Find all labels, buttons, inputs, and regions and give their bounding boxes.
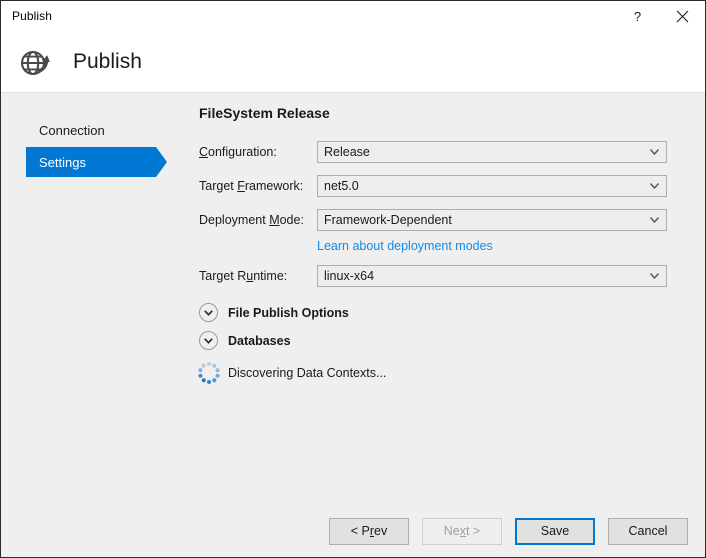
- expander-label: File Publish Options: [228, 305, 349, 320]
- label-post: ramework:: [244, 179, 304, 193]
- field-row-target-framework: Target Framework: net5.0: [191, 175, 705, 197]
- header-title: Publish: [73, 49, 142, 73]
- chevron-down-icon: [650, 217, 659, 223]
- configuration-label: Configuration:: [199, 145, 317, 159]
- page-title: FileSystem Release: [199, 105, 330, 121]
- target-runtime-label: Target Runtime:: [199, 269, 317, 283]
- target-runtime-dropdown[interactable]: linux-x64: [317, 265, 667, 287]
- label-pre: Ne: [443, 524, 460, 538]
- globe-publish-icon: [17, 44, 53, 80]
- target-framework-dropdown[interactable]: net5.0: [317, 175, 667, 197]
- dialog-footer: < Pr ev Ne x t > Save Cancel: [1, 505, 705, 557]
- learn-deployment-modes-link[interactable]: Learn about deployment modes: [317, 239, 493, 253]
- field-row-target-runtime: Target Runtime: linux-x64: [191, 265, 705, 287]
- chevron-down-circle-icon: [199, 331, 218, 350]
- deployment-mode-label: Deployment Mode:: [199, 213, 317, 227]
- sidebar-item-label: Connection: [39, 122, 105, 138]
- label-mnemonic: M: [269, 213, 280, 227]
- chevron-down-icon: [650, 273, 659, 279]
- sidebar-item-connection[interactable]: Connection: [26, 115, 156, 145]
- next-button: Ne x t >: [422, 517, 502, 545]
- settings-panel: FileSystem Release Configuration: Releas…: [191, 93, 705, 505]
- window-title: Publish: [12, 9, 53, 23]
- label-mnemonic: F: [237, 179, 245, 193]
- loading-spinner-icon: [197, 362, 221, 384]
- close-icon: [676, 10, 689, 22]
- help-button[interactable]: ?: [615, 1, 660, 31]
- target-runtime-value: linux-x64: [324, 269, 375, 283]
- label-post: ev: [374, 524, 388, 538]
- dialog-header: Publish: [1, 31, 705, 93]
- publish-dialog: Publish ? Publish Connection Settings Fi…: [0, 0, 706, 558]
- label-pre: Save: [540, 524, 570, 538]
- sidebar-item-label: Settings: [39, 154, 86, 170]
- expander-group: File Publish Options Databases: [191, 303, 705, 350]
- prev-button[interactable]: < Pr ev: [329, 517, 409, 545]
- label-pre: < P: [350, 524, 370, 538]
- configuration-value: Release: [324, 145, 370, 159]
- label-pre: Target: [199, 179, 238, 193]
- label-pre: Target R: [199, 269, 247, 283]
- label-pre: Deployment: [199, 213, 270, 227]
- expander-databases[interactable]: Databases: [199, 331, 705, 350]
- configuration-dropdown[interactable]: Release: [317, 141, 667, 163]
- target-framework-label: Target Framework:: [199, 179, 317, 193]
- deployment-mode-value: Framework-Dependent: [324, 213, 452, 227]
- window-controls: ?: [615, 1, 705, 31]
- field-row-configuration: Configuration: Release: [191, 141, 705, 163]
- label-post: onfiguration:: [208, 145, 277, 159]
- target-framework-value: net5.0: [324, 179, 359, 193]
- deployment-link-row: Learn about deployment modes: [191, 237, 705, 255]
- status-row: Discovering Data Contexts...: [197, 362, 705, 384]
- sidebar-nav: Connection Settings: [1, 93, 191, 505]
- chevron-down-circle-icon: [199, 303, 218, 322]
- status-text: Discovering Data Contexts...: [228, 366, 387, 380]
- label-post: ode:: [279, 213, 304, 227]
- sidebar-item-settings[interactable]: Settings: [26, 147, 167, 177]
- chevron-down-icon: [650, 183, 659, 189]
- expander-file-publish-options[interactable]: File Publish Options: [199, 303, 705, 322]
- title-bar: Publish ?: [1, 1, 705, 31]
- field-row-deployment-mode: Deployment Mode: Framework-Dependent: [191, 209, 705, 231]
- expander-label: Databases: [228, 333, 291, 348]
- close-button[interactable]: [660, 1, 705, 31]
- label-mnemonic: C: [199, 145, 209, 159]
- deployment-mode-dropdown[interactable]: Framework-Dependent: [317, 209, 667, 231]
- label-pre: Cancel: [628, 524, 668, 538]
- cancel-button[interactable]: Cancel: [608, 517, 688, 545]
- dialog-body: Connection Settings FileSystem Release C…: [1, 93, 705, 505]
- label-post: ntime:: [253, 269, 288, 283]
- label-post: t >: [465, 524, 481, 538]
- chevron-down-icon: [650, 149, 659, 155]
- save-button[interactable]: Save: [515, 517, 595, 545]
